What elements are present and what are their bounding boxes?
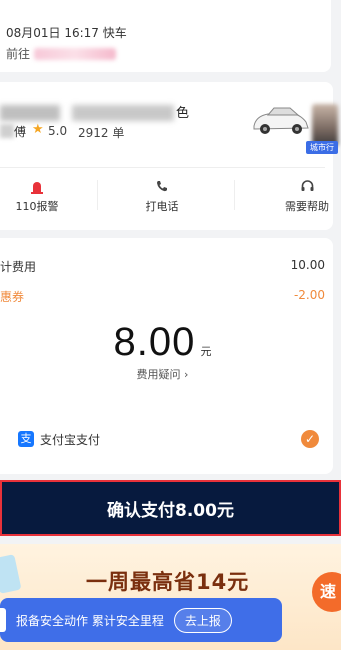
- divider: [97, 180, 98, 210]
- check-icon[interactable]: ✓: [301, 430, 319, 448]
- driver-surname-redacted: [0, 124, 14, 138]
- plate-redacted: [0, 105, 60, 121]
- star-icon: ★: [32, 122, 44, 137]
- promo-badge[interactable]: 速: [312, 572, 341, 612]
- alarm-light-icon: [0, 180, 82, 196]
- destination-prefix: 前往: [6, 47, 31, 61]
- driver-avatar: [312, 104, 338, 146]
- trip-time: 08月01日 16:17 快车: [6, 26, 127, 40]
- currency-unit: 元: [200, 345, 212, 358]
- trip-fee-row: 计费用 10.00: [0, 258, 325, 275]
- payment-method-row[interactable]: 支 支付宝支付 ✓: [18, 428, 319, 450]
- trip-destination: 前往: [6, 45, 117, 62]
- driver-rating: 5.0: [48, 124, 68, 138]
- car-color: 色: [176, 106, 190, 121]
- fee-question-link[interactable]: 费用疑问 ›: [0, 366, 333, 382]
- trip-fee-label: 计费用: [0, 260, 37, 274]
- police-button[interactable]: 110报警: [0, 180, 82, 214]
- total-amount: 8.00 元: [0, 320, 333, 365]
- city-badge: 城市行: [306, 141, 338, 154]
- driver-name: 傅: [14, 125, 27, 139]
- alipay-option[interactable]: 支 支付宝支付: [18, 431, 100, 448]
- payment-method-label: 支付宝支付: [40, 432, 101, 447]
- destination-redacted: [34, 47, 117, 60]
- promo-text: 一周最高省14元: [86, 570, 250, 594]
- call-label: 打电话: [145, 200, 179, 213]
- help-label: 需要帮助: [285, 200, 329, 213]
- fee-card: 计费用 10.00 惠券 -2.00 8.00 元 费用疑问 › 支 支付宝支付…: [0, 238, 333, 474]
- divider: [0, 167, 325, 168]
- car-icon: [253, 107, 309, 134]
- driver-trip-count: 2912 单: [78, 126, 125, 140]
- safety-text: 报备安全动作 累计安全里程: [16, 613, 164, 628]
- help-button[interactable]: 需要帮助: [262, 180, 341, 214]
- promo-decoration: [0, 554, 22, 594]
- shield-icon: [0, 608, 6, 632]
- police-label: 110报警: [15, 200, 59, 213]
- coupon-label: 惠券: [0, 290, 25, 304]
- phone-icon: [117, 180, 207, 196]
- total-value: 8.00: [113, 320, 196, 364]
- coupon-value: -2.00: [293, 288, 325, 302]
- trip-card: 08月01日 16:17 快车 前往: [0, 0, 331, 72]
- confirm-pay-button[interactable]: 确认支付8.00元: [0, 480, 341, 536]
- alipay-icon: 支: [18, 431, 34, 447]
- trip-fee-value: 10.00: [290, 258, 325, 272]
- safety-report-bar: 报备安全动作 累计安全里程 去上报: [0, 598, 282, 642]
- driver-card: 色 傅 ★ 5.0 2912 单 城市行 110报警 打电话 需要帮助: [0, 82, 338, 230]
- car-model-redacted: [72, 105, 174, 121]
- report-button[interactable]: 去上报: [173, 607, 232, 633]
- divider: [234, 180, 235, 210]
- coupon-row[interactable]: 惠券 -2.00: [0, 288, 325, 305]
- call-button[interactable]: 打电话: [117, 180, 207, 214]
- headset-icon: [262, 180, 341, 196]
